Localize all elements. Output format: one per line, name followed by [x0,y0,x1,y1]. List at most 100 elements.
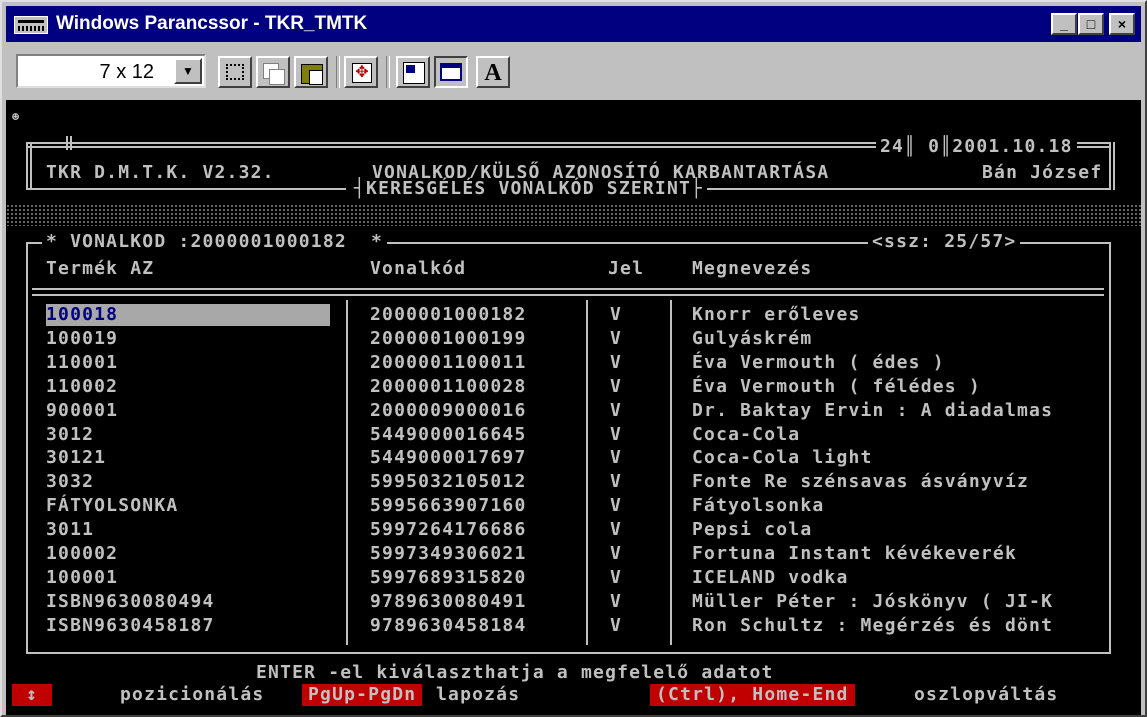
font-size-value: 7 x 12 [99,61,154,83]
chevron-down-icon[interactable]: ▼ [174,58,202,84]
footer-paging: lapozás [436,684,521,705]
cell-name: Fonte Re szénsavas ásványvíz [692,471,1030,493]
smiley-icon: ☻ [12,110,21,124]
toolbar-separator [386,56,390,88]
cell-flag: V [610,495,623,517]
cell-flag: V [610,519,623,541]
cell-name: ICELAND vodka [692,566,849,588]
properties-button[interactable] [396,56,430,88]
fullscreen-icon: ✥ [352,63,372,83]
cell-barcode: 2000001000182 [370,304,527,325]
counter-1: 24 [880,136,905,157]
cell-name: Coca-Cola [692,423,801,445]
cell-barcode: 5995032105012 [370,471,527,493]
cell-flag: V [610,375,623,397]
cell-barcode: 5449000017697 [370,447,527,469]
cell-barcode: 5449000016645 [370,423,527,445]
cell-barcode: 9789630080491 [370,590,527,612]
cell-name: Müller Péter : Jóskönyv ( JI-K [692,590,1054,612]
footer-column-switch: oszlopváltás [914,684,1059,705]
subtitle-text: KERESGÉLÉS VONALKÓD SZERINT [366,178,692,199]
window-title: Windows Parancssor - TKR_TMTK [56,13,368,34]
minimize-button[interactable]: _ [1051,13,1077,35]
cell-flag: V [610,399,623,421]
cell-flag: V [610,447,623,469]
cell-product-id: 100018 [46,304,330,326]
cell-name: Fortuna Instant kévékeverék [692,543,1017,564]
mark-icon [226,64,244,80]
toolbar-separator [336,56,340,88]
counter-2: 0 [928,136,941,157]
cell-barcode: 5995663907160 [370,495,527,517]
app-name: TKR D.M.T.K. V2.32. [46,162,275,183]
copy-button[interactable] [256,56,290,88]
cell-product-id: 110002 [46,375,119,397]
cell-product-id: 100001 [46,566,119,588]
header-date: 2001.10.18 [952,136,1073,157]
console-area[interactable]: ☻ 24║ 0║2001.10.18 TKR D.M.T.K. V2.32. V… [6,100,1141,715]
maximize-button[interactable]: □ [1078,13,1104,35]
cell-name: Gulyáskrém [692,327,813,349]
font-icon: A [484,60,502,86]
console-window: Windows Parancssor - TKR_TMTK _ □ × 7 x … [0,0,1147,717]
cell-name: Knorr erőleves [692,304,861,325]
cell-barcode: 5997689315820 [370,566,527,588]
cell-flag: V [610,304,623,325]
cell-barcode: 5997264176686 [370,519,527,541]
cell-product-id: FÁTYOLSONKA [46,495,179,517]
paste-button[interactable] [294,56,328,88]
font-button[interactable]: A [476,56,510,88]
cell-name: Ron Schultz : Megérzés és dönt [692,614,1054,636]
cell-barcode: 9789630458184 [370,614,527,636]
cell-flag: V [610,590,623,612]
cell-product-id: ISBN9630458187 [46,614,215,636]
cell-flag: V [610,423,623,445]
toolbar: 7 x 12 ▼ ✥ A [6,46,1141,96]
footer-keys: ↕ pozicionálás PgUp-PgDn lapozás (Ctrl),… [6,684,1141,706]
cell-name: Éva Vermouth ( édes ) [692,351,945,373]
cell-product-id: 900001 [46,399,119,421]
column-header-flag: Jel [608,258,645,279]
cell-name: Coca-Cola light [692,447,873,469]
ctrl-home-end-key: (Ctrl), Home-End [650,684,855,706]
pgup-pgdn-key: PgUp-PgDn [302,684,423,706]
column-header-name: Megnevezés [692,258,813,279]
cell-product-id: 30121 [46,447,107,469]
cell-flag: V [610,351,623,373]
cell-product-id: 100002 [46,543,119,564]
cell-barcode: 5997349306021 [370,543,527,564]
cell-flag: V [610,566,623,588]
cell-barcode: 2000001100011 [370,351,527,373]
cell-name: Fátyolsonka [692,495,825,517]
cell-product-id: 3012 [46,423,95,445]
barcode-search-label: * VONALKOD :2000001000182 * [42,231,388,253]
fullscreen-button[interactable]: ✥ [344,56,378,88]
arrows-key-icon: ↕ [12,684,52,706]
cell-product-id: 100019 [46,327,119,349]
cell-name: Éva Vermouth ( félédes ) [692,375,981,397]
column-header-product-id: Termék AZ [46,258,155,279]
dotted-band [6,204,1141,226]
footer-hint: ENTER -el kiválaszthatja a megfelelő ada… [256,662,774,683]
footer-positioning: pozicionálás [120,684,265,705]
cell-flag: V [610,614,623,636]
cell-barcode: 2000001100028 [370,375,527,397]
user-name: Bán József [982,162,1103,183]
cell-product-id: 110001 [46,351,119,373]
header-counters: 24║ 0║2001.10.18 [876,136,1077,158]
close-button[interactable]: × [1109,13,1135,35]
console-app-icon[interactable] [14,16,48,34]
mark-button[interactable] [218,56,252,88]
background-button[interactable] [434,56,468,88]
cell-product-id: 3011 [46,519,95,541]
cell-flag: V [610,543,623,564]
cell-product-id: 3032 [46,471,95,493]
subtitle: ┤KERESGÉLÉS VONALKÓD SZERINT├ [350,178,708,200]
font-size-select[interactable]: 7 x 12 ▼ [16,54,206,88]
cell-barcode: 2000009000016 [370,399,527,421]
title-bar[interactable]: Windows Parancssor - TKR_TMTK _ □ × [6,6,1141,42]
cell-name: Dr. Baktay Ervin : A diadalmas [692,399,1054,421]
cell-product-id: ISBN9630080494 [46,590,215,612]
cell-flag: V [610,471,623,493]
column-header-barcode: Vonalkód [370,258,467,279]
